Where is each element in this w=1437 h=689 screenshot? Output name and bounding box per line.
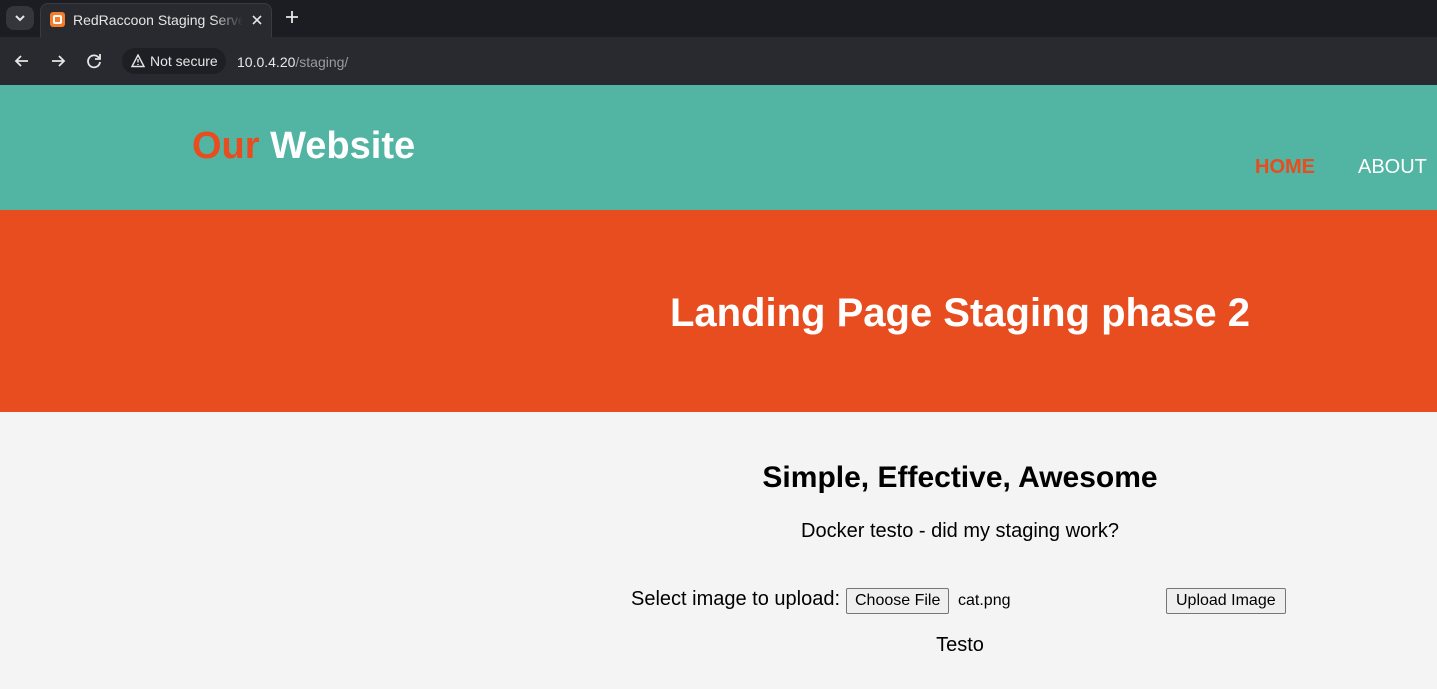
choose-file-button[interactable]: Choose File	[846, 588, 950, 614]
xampp-icon	[50, 12, 65, 27]
hero-title: Landing Page Staging phase 2	[669, 291, 1251, 335]
chevron-down-icon	[15, 15, 25, 22]
logo-text: Website	[259, 125, 416, 167]
browser-tab-bar: RedRaccoon Staging Server	[0, 0, 1437, 37]
hero-banner: Landing Page Staging phase 2	[0, 210, 1437, 412]
site-header: Our Website HOME ABOUT	[0, 85, 1437, 210]
nav-about-link[interactable]: ABOUT	[1358, 156, 1427, 179]
close-icon[interactable]	[248, 11, 266, 29]
footer-text: Testo	[936, 634, 984, 656]
security-label: Not secure	[150, 53, 218, 69]
web-page: Our Website HOME ABOUT Landing Page Stag…	[0, 85, 1437, 689]
selected-file-name: cat.png	[958, 592, 1011, 609]
address-bar[interactable]: Not secure 10.0.4.20/staging/	[118, 45, 1437, 77]
new-tab-plus-icon[interactable]	[282, 7, 302, 27]
browser-tab-active[interactable]: RedRaccoon Staging Server	[40, 3, 272, 37]
back-arrow-icon[interactable]	[11, 50, 33, 72]
logo-accent-text: Our	[192, 125, 260, 167]
site-logo[interactable]: Our Website	[192, 125, 415, 168]
browser-toolbar: Not secure 10.0.4.20/staging/	[0, 37, 1437, 85]
tagline: Docker testo - did my staging work?	[801, 520, 1119, 542]
reload-icon[interactable]	[83, 50, 105, 72]
security-indicator[interactable]: Not secure	[122, 48, 226, 74]
tab-search-button[interactable]	[6, 6, 34, 30]
main-content: Simple, Effective, Awesome Docker testo …	[483, 412, 1437, 689]
url-host: 10.0.4.20	[237, 54, 296, 70]
warning-triangle-icon	[131, 54, 145, 68]
url-path: /staging/	[295, 54, 349, 70]
upload-image-button[interactable]: Upload Image	[1166, 588, 1286, 614]
nav-home-link[interactable]: HOME	[1255, 156, 1315, 179]
section-title: Simple, Effective, Awesome	[762, 461, 1158, 494]
url-text[interactable]: 10.0.4.20/staging/	[237, 54, 348, 70]
upload-label: Select image to upload:	[631, 588, 841, 610]
forward-arrow-icon[interactable]	[47, 50, 69, 72]
tab-title: RedRaccoon Staging Server	[73, 12, 243, 30]
